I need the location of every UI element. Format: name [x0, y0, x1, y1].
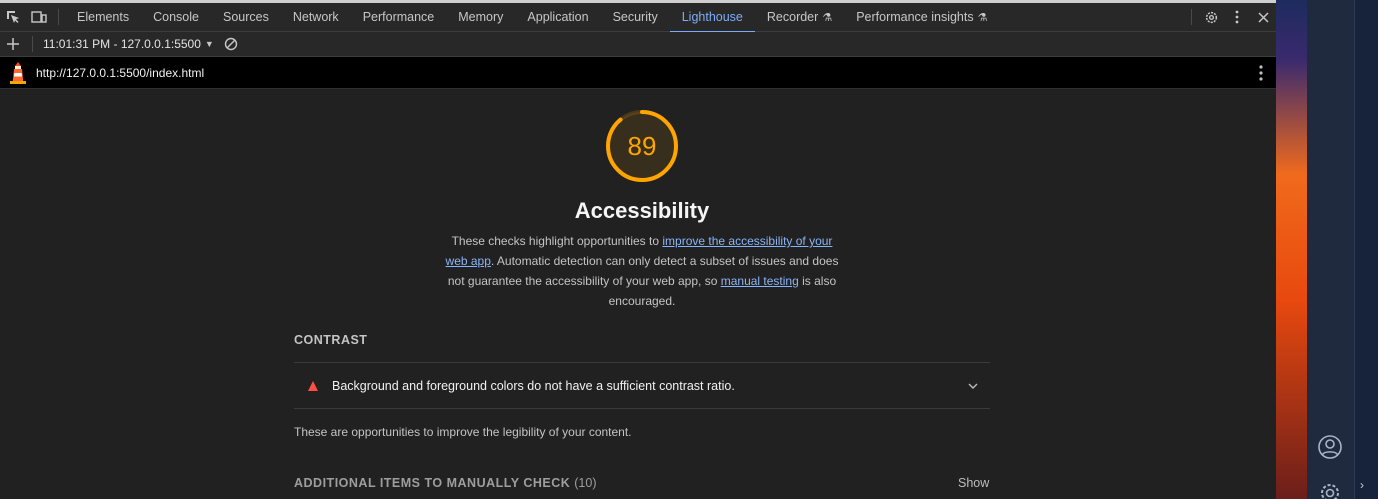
close-icon[interactable]: [1250, 3, 1276, 32]
manual-items-count: (10): [574, 476, 597, 490]
desktop-wallpaper: [1276, 0, 1307, 499]
manual-items-group-title[interactable]: ADDITIONAL ITEMS TO MANUALLY CHECK (10): [294, 476, 597, 490]
clear-all-icon[interactable]: [218, 30, 244, 59]
audit-title: Background and foreground colors do not …: [332, 378, 735, 393]
report-selector[interactable]: 11:01:31 PM - 127.0.0.1:5500 ▼: [39, 37, 214, 51]
lighthouse-report: 89 Accessibility These checks highlight …: [0, 89, 1276, 499]
inspect-element-icon[interactable]: [0, 3, 26, 32]
report-url: http://127.0.0.1:5500/index.html: [36, 65, 205, 80]
caret-down-icon: ▼: [204, 39, 214, 49]
score-value: 89: [627, 130, 657, 161]
manage-gear-icon[interactable]: [1317, 480, 1343, 499]
tab-label: Sources: [222, 10, 269, 24]
report-menu-icon[interactable]: [1246, 64, 1276, 81]
editor-activity-bar: [1307, 0, 1354, 499]
tab-label: Elements: [77, 10, 130, 24]
more-options-icon[interactable]: [1224, 3, 1250, 32]
tab-label: Application: [527, 10, 589, 24]
description-text: These checks highlight opportunities to: [451, 234, 663, 248]
manual-testing-link[interactable]: manual testing: [721, 274, 799, 288]
lighthouse-logo-icon: [0, 57, 36, 89]
category-description: These checks highlight opportunities to …: [440, 231, 844, 311]
tab-application[interactable]: Application: [515, 3, 600, 32]
tab-performance-insights[interactable]: Performance insights ⚗: [844, 3, 999, 32]
contrast-group-description: These are opportunities to improve the l…: [294, 425, 632, 439]
tab-recorder[interactable]: Recorder ⚗: [755, 3, 844, 32]
new-report-plus-icon[interactable]: [0, 30, 26, 59]
report-url-bar: http://127.0.0.1:5500/index.html: [0, 57, 1276, 89]
show-manual-items-button[interactable]: Show: [958, 476, 989, 490]
tab-label: Memory: [458, 10, 504, 24]
tab-lighthouse[interactable]: Lighthouse: [669, 3, 756, 33]
report-selector-label: 11:01:31 PM - 127.0.0.1:5500: [43, 37, 201, 51]
contrast-group-title: CONTRAST: [294, 333, 368, 347]
score-gauge[interactable]: 89: [604, 108, 680, 184]
tab-memory[interactable]: Memory: [446, 3, 515, 32]
experiment-flask-icon: ⚗: [822, 11, 833, 24]
toolbar-divider: [32, 36, 33, 52]
toolbar-divider: [58, 9, 59, 25]
tab-sources[interactable]: Sources: [211, 3, 281, 32]
editor-side-panel-edge: [1354, 0, 1378, 499]
chevron-right-icon[interactable]: ›: [1360, 478, 1364, 492]
tab-label: Performance insights: [856, 10, 974, 24]
tab-elements[interactable]: Elements: [65, 3, 141, 32]
tab-performance[interactable]: Performance: [351, 3, 447, 32]
tab-label: Lighthouse: [681, 10, 743, 24]
chevron-down-icon[interactable]: [968, 380, 978, 392]
tab-console[interactable]: Console: [141, 3, 211, 32]
tab-security[interactable]: Security: [601, 3, 670, 32]
tab-network[interactable]: Network: [281, 3, 351, 32]
tab-label: Performance: [362, 10, 435, 24]
fail-triangle-icon: [308, 380, 318, 391]
manual-items-label: ADDITIONAL ITEMS TO MANUALLY CHECK: [294, 476, 571, 490]
lighthouse-toolbar: 11:01:31 PM - 127.0.0.1:5500 ▼: [0, 32, 1276, 57]
audit-row-color-contrast[interactable]: Background and foreground colors do not …: [294, 362, 990, 409]
experiment-flask-icon: ⚗: [977, 11, 988, 24]
tab-label: Network: [292, 10, 339, 24]
devtools-tabbar: Elements Console Sources Network Perform…: [0, 3, 1276, 33]
tab-label: Console: [153, 10, 199, 24]
device-toolbar-icon[interactable]: [26, 3, 52, 32]
account-icon[interactable]: [1317, 434, 1343, 460]
settings-gear-icon[interactable]: [1198, 3, 1224, 32]
tabbar-actions: [1185, 3, 1276, 32]
toolbar-divider: [1191, 9, 1192, 25]
category-title: Accessibility: [574, 198, 710, 223]
tab-label: Recorder: [766, 10, 819, 24]
tab-label: Security: [612, 10, 658, 24]
